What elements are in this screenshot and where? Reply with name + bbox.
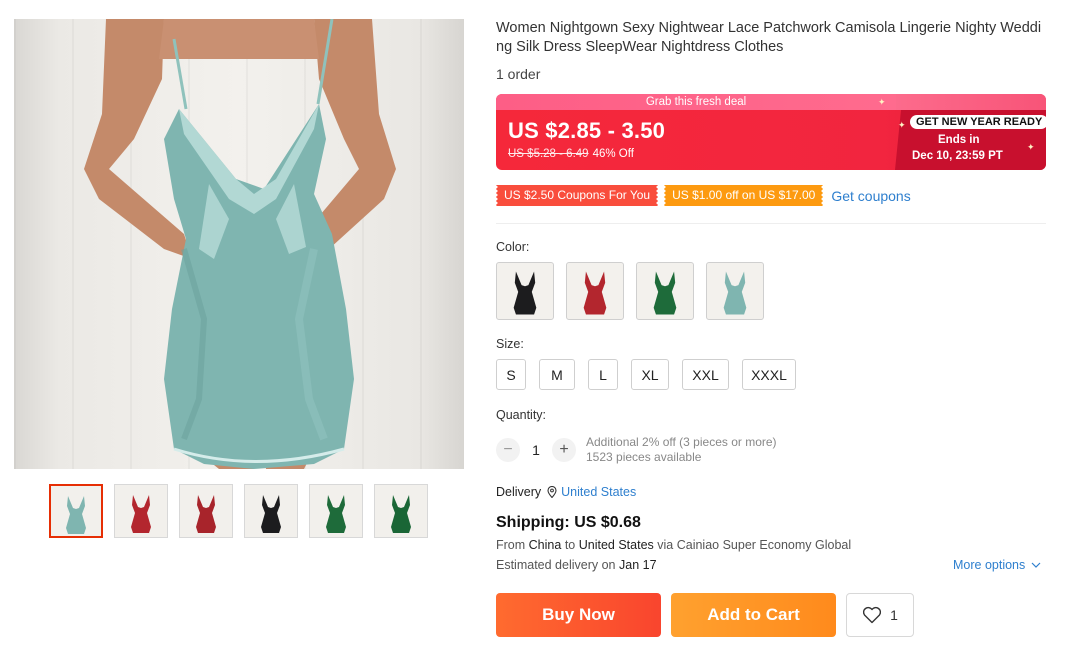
sparkle-icon: ✦ bbox=[878, 97, 886, 107]
main-product-image[interactable] bbox=[14, 19, 464, 469]
quantity-decrease-button[interactable]: − bbox=[496, 438, 520, 462]
coupon-threshold[interactable]: US $1.00 off on US $17.00 bbox=[662, 185, 826, 206]
size-option-m[interactable]: M bbox=[539, 359, 575, 390]
dress-red-icon bbox=[196, 495, 216, 533]
thumbnail-6[interactable] bbox=[374, 484, 428, 538]
thumbnail-4[interactable] bbox=[244, 484, 298, 538]
estimated-delivery: Estimated delivery on Jan 17 bbox=[496, 558, 657, 572]
get-coupons-link[interactable]: Get coupons bbox=[831, 188, 910, 204]
dress-black-icon bbox=[261, 495, 281, 533]
more-options-link[interactable]: More options bbox=[953, 558, 1041, 572]
delivery-label: Delivery bbox=[496, 485, 542, 499]
dress-green-icon bbox=[653, 271, 677, 315]
deal-banner-title: Grab this fresh deal bbox=[496, 94, 896, 110]
ship-from-country: China bbox=[528, 538, 562, 552]
countdown: Ends in Dec 10, 23:59 PT bbox=[912, 132, 1032, 164]
color-option-green[interactable] bbox=[636, 262, 694, 320]
original-price-line: US $5.28 - 6.49 46% Off bbox=[508, 148, 634, 160]
size-option-xxxl[interactable]: XXXL bbox=[742, 359, 796, 390]
thumbnail-1[interactable] bbox=[49, 484, 103, 538]
ends-time: Dec 10, 23:59 PT bbox=[912, 150, 1003, 162]
size-option-xxl[interactable]: XXL bbox=[682, 359, 729, 390]
thumbnail-strip bbox=[49, 484, 428, 538]
size-option-s[interactable]: S bbox=[496, 359, 526, 390]
more-options-label: More options bbox=[953, 558, 1026, 572]
price-range: US $2.85 - 3.50 bbox=[508, 118, 666, 143]
from-prefix: From bbox=[496, 538, 526, 552]
add-to-cart-button[interactable]: Add to Cart bbox=[671, 593, 836, 637]
sparkle-icon: ✦ bbox=[898, 120, 906, 130]
dress-teal-icon bbox=[66, 496, 86, 534]
dress-green-icon bbox=[391, 495, 411, 533]
nightdress-illustration bbox=[84, 19, 396, 469]
dress-green-icon bbox=[326, 495, 346, 533]
dress-red-icon bbox=[583, 271, 607, 315]
discount-percent: 46% Off bbox=[592, 148, 634, 160]
estimated-delivery-date: Jan 17 bbox=[619, 558, 657, 572]
delivery-row: Delivery United States bbox=[496, 485, 636, 499]
product-title: Women Nightgown Sexy Nightwear Lace Patc… bbox=[496, 20, 1042, 55]
bulk-discount-note: Additional 2% off (3 pieces or more) bbox=[586, 435, 777, 449]
shipping-method: via Cainiao Super Economy Global bbox=[657, 538, 852, 552]
color-option-red[interactable] bbox=[566, 262, 624, 320]
dress-black-icon bbox=[513, 271, 537, 315]
quantity-note: Additional 2% off (3 pieces or more) 152… bbox=[586, 435, 777, 465]
stock-available: 1523 pieces available bbox=[586, 450, 702, 464]
size-label: Size: bbox=[496, 337, 524, 351]
quantity-increase-button[interactable]: + bbox=[552, 438, 576, 462]
dress-teal-icon bbox=[723, 271, 747, 315]
purchase-actions: Buy Now Add to Cart 1 bbox=[496, 593, 914, 637]
deal-banner: Grab this fresh deal US $2.85 - 3.50 US … bbox=[496, 94, 1046, 170]
wishlist-button[interactable]: 1 bbox=[846, 593, 914, 637]
thumbnail-2[interactable] bbox=[114, 484, 168, 538]
size-options: S M L XL XXL XXXL bbox=[496, 359, 796, 390]
original-price: US $5.28 - 6.49 bbox=[508, 148, 589, 160]
dress-red-icon bbox=[131, 495, 151, 533]
coupon-store[interactable]: US $2.50 Coupons For You bbox=[493, 185, 661, 206]
quantity-label: Quantity: bbox=[496, 408, 547, 422]
quantity-value[interactable]: 1 bbox=[520, 442, 552, 458]
order-count: 1 order bbox=[496, 66, 541, 82]
thumbnail-3[interactable] bbox=[179, 484, 233, 538]
quantity-stepper: − 1 + Additional 2% off (3 pieces or mor… bbox=[496, 435, 777, 465]
color-label: Color: bbox=[496, 240, 530, 254]
location-pin-icon bbox=[547, 486, 557, 498]
delivery-location-link[interactable]: United States bbox=[561, 485, 636, 499]
wishlist-count: 1 bbox=[890, 607, 898, 623]
estimated-delivery-prefix: Estimated delivery on bbox=[496, 558, 616, 572]
to-word: to bbox=[564, 538, 576, 552]
buy-now-button[interactable]: Buy Now bbox=[496, 593, 661, 637]
deal-banner-accent bbox=[896, 94, 1046, 110]
ship-to-country: United States bbox=[578, 538, 654, 552]
color-option-teal[interactable] bbox=[706, 262, 764, 320]
heart-icon bbox=[863, 606, 882, 624]
new-year-badge: GET NEW YEAR READY bbox=[910, 115, 1046, 129]
shipping-price: Shipping: US $0.68 bbox=[496, 514, 641, 531]
color-options bbox=[496, 262, 764, 320]
size-option-l[interactable]: L bbox=[588, 359, 618, 390]
chevron-down-icon bbox=[1031, 562, 1041, 568]
shipping-route: From China to United States via Cainiao … bbox=[496, 538, 851, 552]
color-option-black[interactable] bbox=[496, 262, 554, 320]
size-option-xl[interactable]: XL bbox=[631, 359, 669, 390]
ends-label: Ends in bbox=[938, 134, 980, 146]
coupon-row: US $2.50 Coupons For You US $1.00 off on… bbox=[493, 185, 911, 206]
thumbnail-5[interactable] bbox=[309, 484, 363, 538]
divider bbox=[496, 223, 1046, 224]
